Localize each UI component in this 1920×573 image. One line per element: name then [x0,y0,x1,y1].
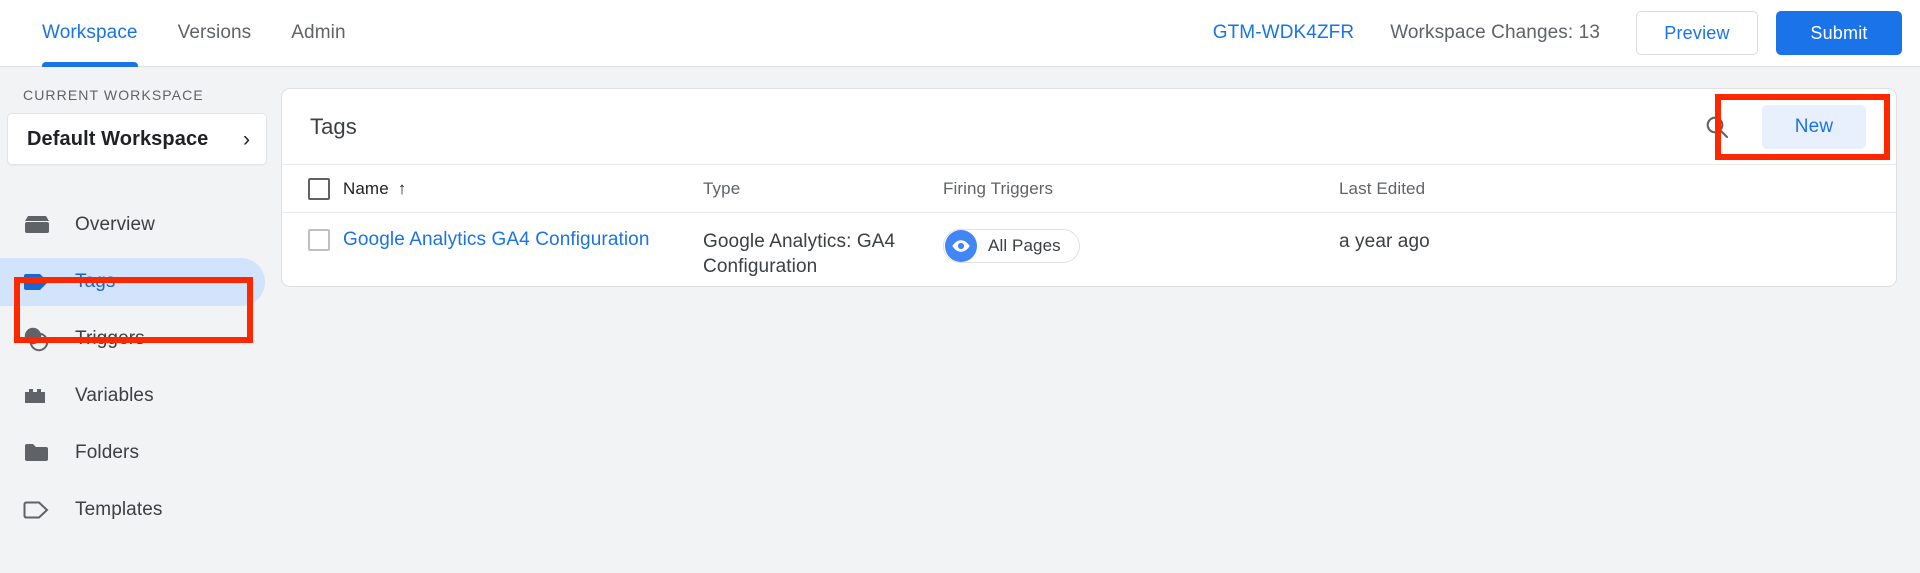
sidebar: CURRENT WORKSPACE Default Workspace › Ov… [0,67,281,573]
tab-versions-label: Versions [177,22,252,43]
column-header-last-edited[interactable]: Last Edited [1339,179,1639,199]
tab-versions[interactable]: Versions [158,0,272,67]
overview-icon [23,213,53,237]
sidebar-item-variables[interactable]: Variables [0,372,265,420]
preview-button-label: Preview [1664,22,1730,43]
submit-button-label: Submit [1810,22,1868,43]
folder-icon [23,441,53,465]
column-header-type[interactable]: Type [703,179,943,199]
row-last-edited-cell: a year ago [1339,229,1639,254]
trigger-chip[interactable]: All Pages [943,229,1080,263]
tab-admin-label: Admin [291,22,346,43]
tags-card-header: Tags New [282,89,1896,164]
search-icon[interactable] [1700,110,1734,144]
row-type-cell: Google Analytics: GA4 Configuration [703,229,943,279]
tag-name-link[interactable]: Google Analytics GA4 Configuration [343,229,650,250]
container-id-link[interactable]: GTM-WDK4ZFR [1213,22,1354,44]
sidebar-item-folders-label: Folders [75,442,140,463]
main-content: Tags New Name ↑ Type Firing Triggers Las… [281,67,1920,573]
last-edited-value: a year ago [1339,231,1430,252]
top-tabs: Workspace Versions Admin [0,0,366,67]
tab-admin[interactable]: Admin [271,0,365,67]
preview-button[interactable]: Preview [1636,11,1758,55]
new-button-label: New [1794,115,1834,137]
row-select-cell [282,229,343,251]
top-navigation-bar: Workspace Versions Admin GTM-WDK4ZFR Wor… [0,0,1920,67]
tags-card-actions: New [1700,104,1896,149]
template-tag-icon [23,498,53,522]
eye-icon [945,230,977,262]
column-header-firing-triggers-label: Firing Triggers [943,178,1054,198]
tags-card: Tags New Name ↑ Type Firing Triggers Las… [281,88,1897,287]
column-header-name[interactable]: Name ↑ [343,179,703,199]
select-all-checkbox[interactable] [307,177,330,200]
sort-ascending-icon: ↑ [397,178,407,198]
sidebar-item-templates[interactable]: Templates [0,486,265,534]
workspace-selector[interactable]: Default Workspace › [7,113,267,165]
tags-table-header: Name ↑ Type Firing Triggers Last Edited [282,164,1896,213]
new-button[interactable]: New [1762,104,1866,149]
column-header-name-label: Name [343,178,389,198]
tab-workspace-label: Workspace [42,22,138,43]
row-firing-triggers-cell: All Pages [943,229,1339,263]
sidebar-nav-list: Overview Tags Triggers Variables Folders… [0,201,281,534]
table-row[interactable]: Google Analytics GA4 Configuration Googl… [282,213,1896,287]
triggers-icon [23,327,53,352]
column-header-last-edited-label: Last Edited [1339,178,1426,198]
tag-filled-icon [23,270,53,294]
tab-workspace[interactable]: Workspace [22,0,158,67]
trigger-chip-label: All Pages [988,236,1061,255]
variables-icon [23,384,53,408]
workspace-name: Default Workspace [27,127,209,150]
select-all-cell [282,177,343,200]
tag-type-value: Google Analytics: GA4 Configuration [703,231,896,277]
sidebar-item-variables-label: Variables [75,385,154,406]
column-header-firing-triggers[interactable]: Firing Triggers [943,179,1339,199]
sidebar-item-folders[interactable]: Folders [0,429,265,477]
sidebar-item-tags-label: Tags [75,271,116,292]
sidebar-item-templates-label: Templates [75,499,163,520]
current-workspace-label: CURRENT WORKSPACE [23,87,204,103]
top-bar-actions: GTM-WDK4ZFR Workspace Changes: 13 Previe… [1213,11,1920,55]
sidebar-item-overview-label: Overview [75,214,155,235]
sidebar-item-triggers[interactable]: Triggers [0,315,265,363]
workspace-changes-count: Workspace Changes: 13 [1390,22,1600,43]
column-header-type-label: Type [703,178,741,198]
chevron-right-icon: › [243,127,250,151]
page-title: Tags [310,113,357,139]
sidebar-item-overview[interactable]: Overview [0,201,265,249]
submit-button[interactable]: Submit [1776,11,1902,55]
row-checkbox[interactable] [307,229,330,251]
sidebar-item-tags[interactable]: Tags [0,258,265,306]
row-name-cell: Google Analytics GA4 Configuration [343,229,703,251]
sidebar-item-triggers-label: Triggers [75,328,145,349]
